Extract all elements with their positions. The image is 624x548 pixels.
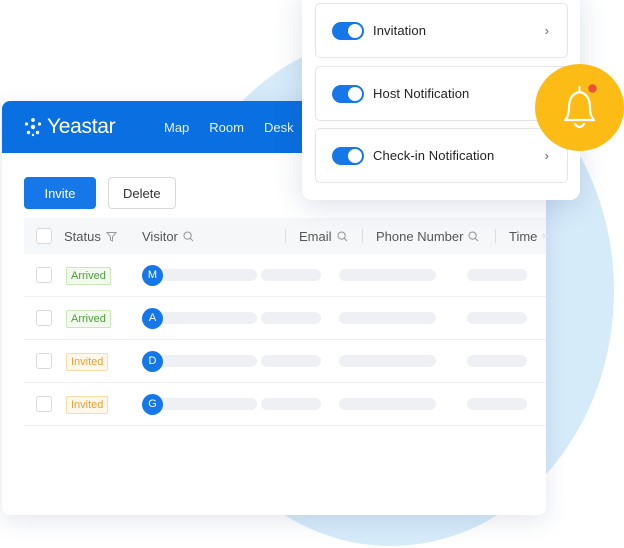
row-checkbox[interactable] [36, 353, 52, 369]
checkin-notification-toggle[interactable] [332, 146, 364, 165]
setting-checkin-notification[interactable]: Check-in Notification › [315, 128, 568, 183]
status-badge: Arrived [66, 310, 111, 328]
column-time-label: Time [509, 228, 538, 244]
status-badge: Invited [66, 396, 109, 414]
nav-links: Map Room Desk [164, 120, 294, 135]
setting-label: Host Notification [373, 86, 470, 101]
sort-icon[interactable] [542, 230, 546, 242]
visitor-placeholder [157, 312, 257, 324]
bell-badge [535, 64, 624, 151]
table-row[interactable]: Invited D [24, 340, 546, 383]
chevron-right-icon[interactable]: › [545, 23, 549, 38]
phone-placeholder [339, 312, 436, 324]
table-row[interactable]: Arrived M [24, 254, 546, 297]
bell-icon [563, 84, 597, 129]
delete-button[interactable]: Delete [108, 177, 176, 209]
search-icon[interactable] [336, 230, 348, 242]
invite-button[interactable]: Invite [24, 177, 96, 209]
avatar: M [142, 264, 163, 286]
setting-invitation[interactable]: Invitation › [315, 3, 568, 58]
brand-logo[interactable]: Yeastar [22, 115, 164, 139]
visitor-table: Status Visitor Email Phone Number Time A… [24, 218, 546, 426]
visitor-placeholder [157, 355, 257, 367]
table-row[interactable]: Arrived A [24, 297, 546, 340]
column-email: Email [286, 218, 363, 254]
select-all-checkbox[interactable] [36, 228, 52, 244]
status-badge: Invited [66, 353, 109, 371]
column-status: Status [64, 218, 142, 254]
column-visitor-label: Visitor [142, 228, 178, 244]
avatar: A [142, 307, 163, 329]
setting-label: Check-in Notification [373, 148, 495, 163]
status-badge: Arrived [66, 267, 111, 285]
visitor-placeholder [157, 398, 257, 410]
nav-link-desk[interactable]: Desk [264, 120, 294, 135]
search-icon[interactable] [468, 230, 479, 242]
column-time: Time [496, 218, 546, 254]
phone-placeholder [339, 269, 436, 281]
email-placeholder [261, 398, 321, 410]
email-placeholder [261, 269, 321, 281]
column-status-label: Status [64, 228, 101, 244]
table-row[interactable]: Invited G [24, 383, 546, 426]
time-placeholder [467, 269, 527, 281]
visitor-placeholder [157, 269, 257, 281]
brand-name: Yeastar [47, 115, 116, 138]
nav-link-map[interactable]: Map [164, 120, 189, 135]
avatar: D [142, 350, 163, 372]
column-visitor: Visitor [142, 218, 286, 254]
table-header: Status Visitor Email Phone Number Time [24, 218, 546, 254]
filter-icon[interactable] [105, 231, 117, 242]
nav-link-room[interactable]: Room [209, 120, 244, 135]
setting-host-notification[interactable]: Host Notification [315, 66, 568, 121]
avatar: G [142, 393, 163, 415]
row-checkbox[interactable] [36, 267, 52, 283]
column-email-label: Email [299, 228, 332, 244]
invitation-toggle[interactable] [332, 21, 364, 40]
column-phone: Phone Number [363, 218, 496, 254]
host-notification-toggle[interactable] [332, 84, 364, 103]
search-icon[interactable] [183, 230, 194, 242]
time-placeholder [467, 312, 527, 324]
time-placeholder [467, 398, 527, 410]
email-placeholder [261, 312, 321, 324]
stage: Yeastar Map Room Desk Invite Delete Stat… [0, 0, 624, 548]
time-placeholder [467, 355, 527, 367]
phone-placeholder [339, 398, 436, 410]
row-checkbox[interactable] [36, 396, 52, 412]
setting-label: Invitation [373, 23, 427, 38]
logo-mark-icon [24, 118, 42, 137]
row-checkbox[interactable] [36, 310, 52, 326]
column-phone-label: Phone Number [376, 228, 464, 244]
phone-placeholder [339, 355, 436, 367]
email-placeholder [261, 355, 321, 367]
